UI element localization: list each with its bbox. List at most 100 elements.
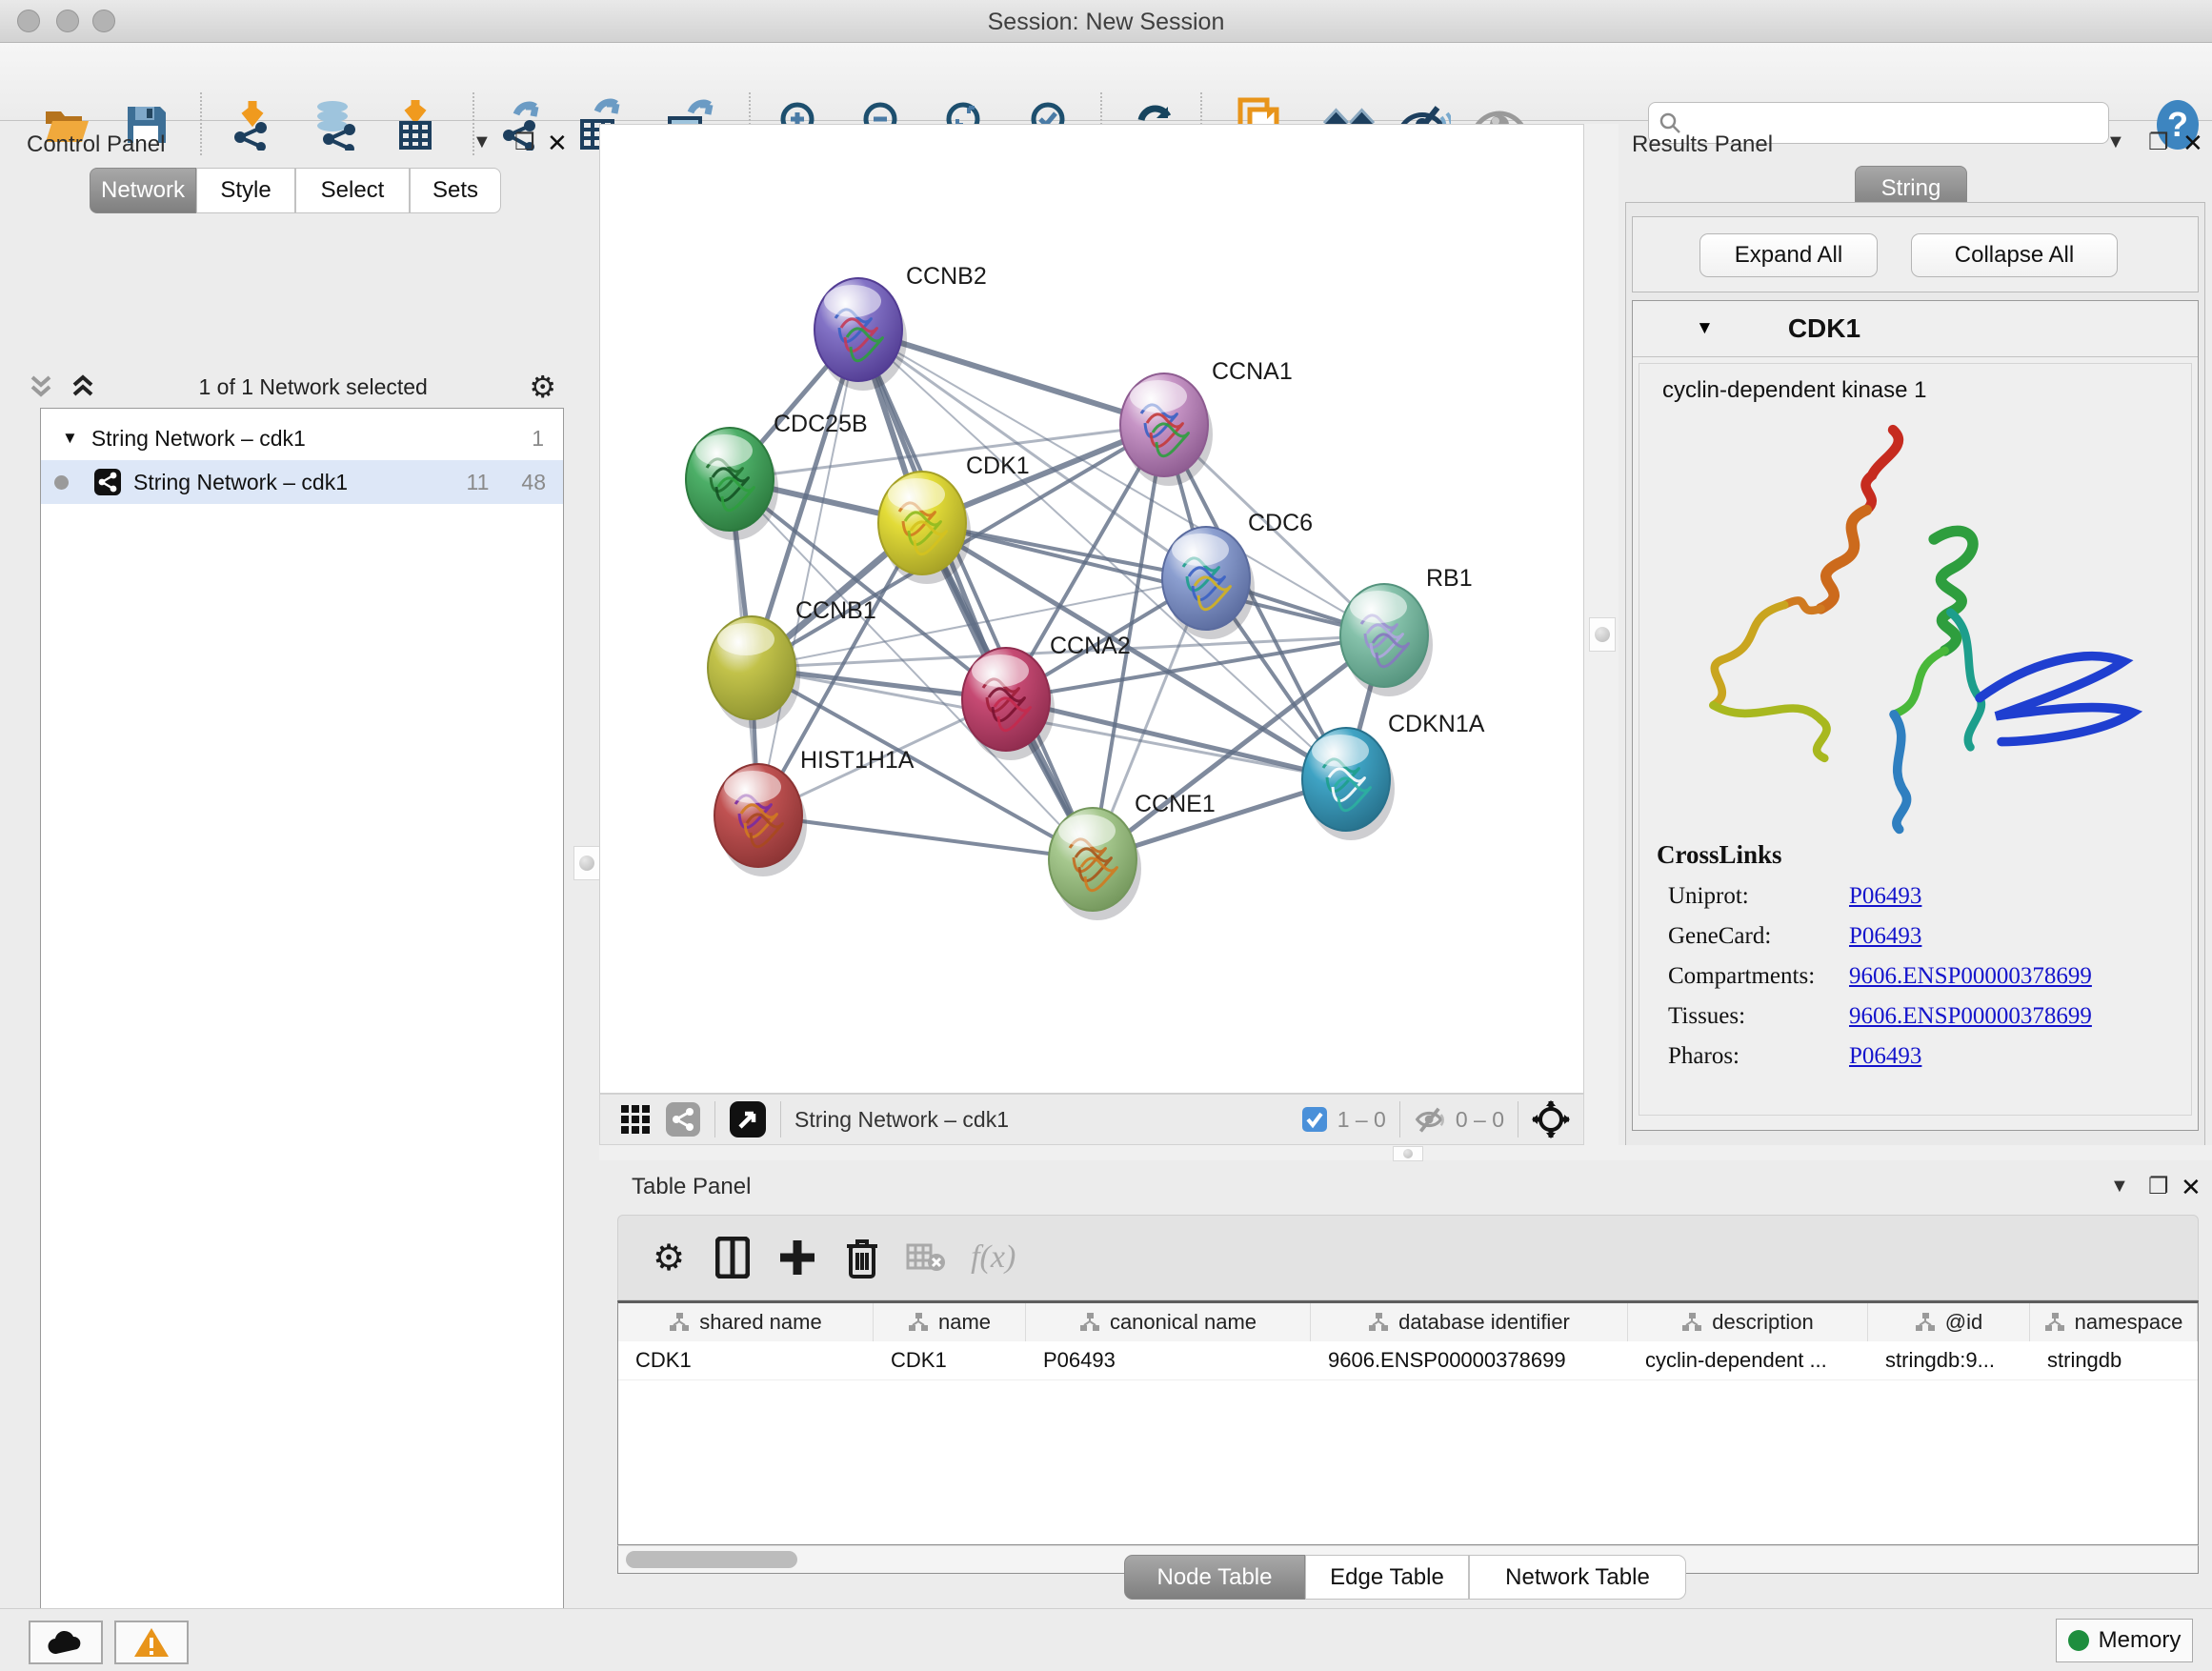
crosslink-link[interactable]: 9606.ENSP00000378699 <box>1849 963 2092 990</box>
show-columns-icon[interactable] <box>715 1237 750 1278</box>
table-cell[interactable]: P06493 <box>1026 1341 1311 1379</box>
crosslink-row: Uniprot:P06493 <box>1668 883 2191 910</box>
results-panel-title: Results Panel <box>1632 131 1773 158</box>
column-header-namespace[interactable]: namespace <box>2030 1303 2198 1341</box>
network-type-share-icon[interactable] <box>665 1101 701 1137</box>
column-header-label: database identifier <box>1398 1310 1570 1335</box>
birdseye-grid-icon[interactable] <box>619 1103 652 1136</box>
network-row-selected[interactable]: String Network – cdk1 11 48 <box>41 460 563 504</box>
node-RB1[interactable]: RB1 <box>1340 565 1473 696</box>
horizontal-splitter-handle[interactable] <box>1393 1146 1423 1161</box>
node-HIST1H1A[interactable]: HIST1H1A <box>714 747 915 876</box>
open-in-new-icon[interactable] <box>729 1100 767 1138</box>
tab-edge-table[interactable]: Edge Table <box>1305 1555 1469 1600</box>
table-panel: Table Panel ▼ ❐ ✕ ⚙ f(x) shared namename… <box>599 1160 2212 1610</box>
node-label-CCNA1: CCNA1 <box>1212 358 1293 385</box>
vertical-splitter-handle[interactable] <box>1589 617 1616 652</box>
network-collection-row[interactable]: ▼ String Network – cdk1 1 <box>41 416 563 460</box>
tab-sets[interactable]: Sets <box>410 168 501 213</box>
network-canvas[interactable]: CCNB2CCNA1CDC25BCDK1CDC6RB1CCNB1CCNA2CDK… <box>599 124 1584 1094</box>
table-options-gear-icon[interactable]: ⚙ <box>653 1237 685 1279</box>
column-header--id[interactable]: @id <box>1868 1303 2030 1341</box>
node-section-header[interactable]: ▼ CDK1 <box>1633 301 2198 357</box>
scrollbar-thumb[interactable] <box>626 1551 797 1568</box>
crosslink-row: Pharos:P06493 <box>1668 1043 2191 1070</box>
control-panel-close-icon[interactable]: ✕ <box>547 129 568 158</box>
expand-all-button[interactable]: Expand All <box>1699 233 1878 277</box>
collection-expand-icon[interactable]: ▼ <box>62 429 78 448</box>
table-tabs: Node Table Edge Table Network Table <box>1124 1555 1686 1600</box>
column-header-label: name <box>938 1310 991 1335</box>
column-header-canonical-name[interactable]: canonical name <box>1026 1303 1311 1341</box>
control-panel-collapse-icon[interactable]: ▼ <box>473 131 492 153</box>
node-description: cyclin-dependent kinase 1 <box>1662 377 2191 404</box>
cloud-status-button[interactable] <box>29 1621 103 1664</box>
fit-selection-crosshair-icon[interactable] <box>1532 1100 1570 1138</box>
edge-CCNA2-CDKN1A[interactable] <box>1006 699 1346 779</box>
results-panel-close-icon[interactable]: ✕ <box>2182 129 2203 158</box>
section-expand-icon[interactable]: ▼ <box>1696 318 1714 339</box>
collapse-all-icon[interactable] <box>27 373 55 400</box>
crosslink-link[interactable]: P06493 <box>1849 923 1921 950</box>
node-label-CCNA2: CCNA2 <box>1050 633 1131 659</box>
hidden-eye-icon[interactable] <box>1414 1105 1448 1134</box>
crosslink-row: Tissues:9606.ENSP00000378699 <box>1668 1003 2191 1030</box>
memory-button[interactable]: Memory <box>2056 1619 2193 1662</box>
network-graph[interactable]: CCNB2CCNA1CDC25BCDK1CDC6RB1CCNB1CCNA2CDK… <box>600 125 1583 1093</box>
control-panel-float-icon[interactable]: ❐ <box>514 129 535 156</box>
node-label-CDC6: CDC6 <box>1248 510 1313 536</box>
edge-CCNB2-HIST1H1A[interactable] <box>758 330 858 815</box>
collapse-all-button[interactable]: Collapse All <box>1911 233 2118 277</box>
crosslink-link[interactable]: P06493 <box>1849 1043 1921 1070</box>
node-CDKN1A[interactable]: CDKN1A <box>1302 711 1485 840</box>
column-header-database-identifier[interactable]: database identifier <box>1311 1303 1628 1341</box>
crosslink-link[interactable]: P06493 <box>1849 883 1921 910</box>
tab-network-table[interactable]: Network Table <box>1469 1555 1686 1600</box>
table-panel-close-icon[interactable]: ✕ <box>2181 1173 2202 1202</box>
table-cell[interactable]: CDK1 <box>618 1341 874 1379</box>
node-CCNB2[interactable]: CCNB2 <box>814 263 987 391</box>
results-panel-float-icon[interactable]: ❐ <box>2148 129 2169 156</box>
network-list: ▼ String Network – cdk1 1 String Network… <box>40 408 564 1671</box>
column-header-description[interactable]: description <box>1628 1303 1868 1341</box>
node-CDC6[interactable]: CDC6 <box>1162 510 1313 639</box>
table-header-row: shared name name canonical name database id… <box>618 1303 2198 1341</box>
table-panel-float-icon[interactable]: ❐ <box>2148 1173 2169 1200</box>
column-header-shared-name[interactable]: shared name <box>618 1303 874 1341</box>
column-header-name[interactable]: name <box>874 1303 1026 1341</box>
create-column-plus-icon[interactable] <box>778 1238 816 1277</box>
crosslink-link[interactable]: 9606.ENSP00000378699 <box>1849 1003 2092 1030</box>
tab-network[interactable]: Network <box>90 168 196 213</box>
tab-node-table[interactable]: Node Table <box>1124 1555 1305 1600</box>
node-table[interactable]: shared name name canonical name database id… <box>617 1300 2199 1545</box>
tab-style[interactable]: Style <box>196 168 295 213</box>
node-CDC25B[interactable]: CDC25B <box>686 411 868 540</box>
column-header-label: canonical name <box>1110 1310 1257 1335</box>
collection-label: String Network – cdk1 <box>91 426 306 452</box>
edge-CCNB2-CCNE1[interactable] <box>858 330 1093 859</box>
edge-HIST1H1A-CCNE1[interactable] <box>758 815 1093 859</box>
network-edge-count: 48 <box>521 470 546 495</box>
vertical-splitter-handle[interactable] <box>573 846 600 880</box>
table-cell[interactable]: 9606.ENSP00000378699 <box>1311 1341 1628 1379</box>
control-panel: Control Panel ▼ ❐ ✕ Network Style Select… <box>8 124 564 1599</box>
node-CCNE1[interactable]: CCNE1 <box>1049 791 1216 920</box>
crosslink-label: Tissues: <box>1668 1003 1849 1030</box>
warning-status-button[interactable] <box>114 1621 189 1664</box>
network-view-toolbar: String Network – cdk1 1 – 0 0 – 0 <box>599 1094 1584 1145</box>
table-row[interactable]: CDK1CDK1P064939606.ENSP00000378699cyclin… <box>618 1341 2198 1380</box>
network-options-gear-icon[interactable]: ⚙ <box>529 369 556 405</box>
node-section-body: cyclin-dependent kinase 1 CrossLinks Uni… <box>1639 363 2192 1116</box>
node-label-CDC25B: CDC25B <box>774 411 868 437</box>
table-cell[interactable]: stringdb:9... <box>1868 1341 2030 1379</box>
table-cell[interactable]: cyclin-dependent ... <box>1628 1341 1868 1379</box>
delete-column-trash-icon[interactable] <box>845 1237 879 1278</box>
window-title: Session: New Session <box>0 9 2212 36</box>
tab-select[interactable]: Select <box>295 168 410 213</box>
table-cell[interactable]: CDK1 <box>874 1341 1026 1379</box>
selected-checkbox-icon[interactable] <box>1301 1106 1328 1133</box>
results-panel-collapse-icon[interactable]: ▼ <box>2106 131 2125 153</box>
expand-all-icon[interactable] <box>69 373 97 400</box>
table-cell[interactable]: stringdb <box>2030 1341 2198 1379</box>
table-panel-collapse-icon[interactable]: ▼ <box>2110 1176 2129 1198</box>
